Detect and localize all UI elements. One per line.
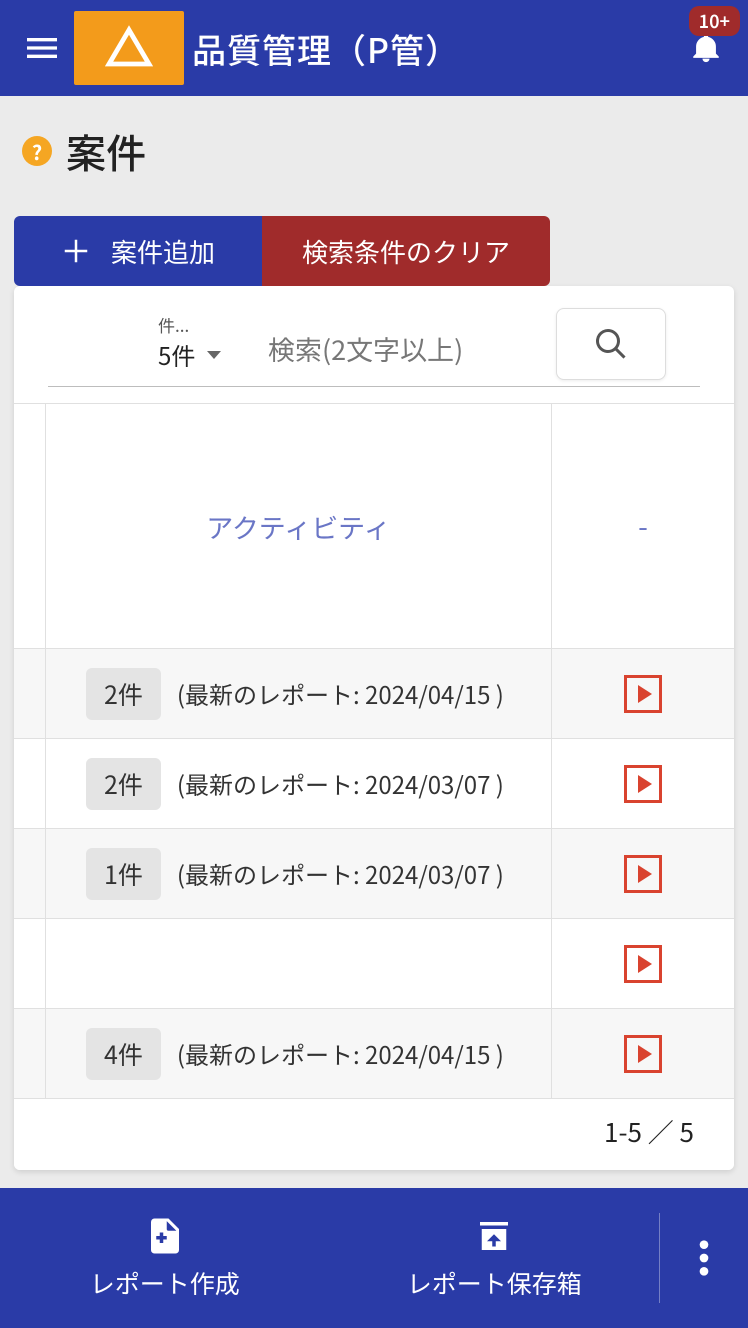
row-edge bbox=[14, 829, 46, 918]
table-body: 2件 (最新のレポート: 2024/04/15 ) 2件 (最新のレポート: 2024… bbox=[14, 649, 734, 1099]
play-icon[interactable] bbox=[624, 675, 662, 713]
column-action[interactable]: - bbox=[552, 404, 734, 648]
play-icon[interactable] bbox=[624, 1035, 662, 1073]
filter-row: 件... 5件 検索(2文字以上) bbox=[48, 286, 700, 387]
latest-report-text: (最新のレポート: 2024/04/15 ) bbox=[177, 676, 504, 711]
nav-archive-label: レポート保存箱 bbox=[407, 1265, 582, 1301]
search-button[interactable] bbox=[556, 308, 666, 380]
cell-action bbox=[552, 649, 734, 738]
clear-search-label: 検索条件のクリア bbox=[302, 233, 510, 270]
add-case-label: 案件追加 bbox=[111, 233, 215, 270]
row-edge bbox=[14, 1009, 46, 1098]
latest-report-text: (最新のレポート: 2024/04/15 ) bbox=[177, 1036, 504, 1071]
archive-icon bbox=[473, 1215, 515, 1257]
page-title: 案件 bbox=[66, 122, 146, 180]
play-icon[interactable] bbox=[624, 765, 662, 803]
cell-activity: 4件 (最新のレポート: 2024/04/15 ) bbox=[46, 1009, 552, 1098]
latest-report-text: (最新のレポート: 2024/03/07 ) bbox=[177, 856, 504, 891]
page-title-row: ? 案件 bbox=[0, 96, 748, 190]
table-header-edge bbox=[14, 404, 46, 648]
table-row[interactable] bbox=[14, 919, 734, 1009]
results-card: 件... 5件 検索(2文字以上) アクティビティ - 2件 (最新のレポート: … bbox=[14, 286, 734, 1170]
cell-activity: 2件 (最新のレポート: 2024/03/07 ) bbox=[46, 739, 552, 828]
action-row: 案件追加 検索条件のクリア bbox=[14, 216, 748, 286]
chevron-down-icon bbox=[207, 351, 221, 359]
cell-action bbox=[552, 1009, 734, 1098]
app-header: 品質管理（P管） 10+ bbox=[0, 0, 748, 96]
latest-report-text: (最新のレポート: 2024/03/07 ) bbox=[177, 766, 504, 801]
cell-activity bbox=[46, 919, 552, 1008]
bell-icon bbox=[689, 31, 723, 65]
table-row[interactable]: 2件 (最新のレポート: 2024/04/15 ) bbox=[14, 649, 734, 739]
menu-button[interactable] bbox=[14, 20, 70, 76]
row-edge bbox=[14, 739, 46, 828]
more-vertical-icon bbox=[699, 1238, 709, 1278]
count-chip: 1件 bbox=[86, 848, 161, 900]
table-row[interactable]: 4件 (最新のレポート: 2024/04/15 ) bbox=[14, 1009, 734, 1099]
cell-action bbox=[552, 829, 734, 918]
table-row[interactable]: 1件 (最新のレポート: 2024/03/07 ) bbox=[14, 829, 734, 919]
count-chip: 4件 bbox=[86, 1028, 161, 1080]
nav-create-report[interactable]: レポート作成 bbox=[0, 1215, 330, 1301]
table-row[interactable]: 2件 (最新のレポート: 2024/03/07 ) bbox=[14, 739, 734, 829]
app-logo bbox=[74, 11, 184, 85]
hamburger-icon bbox=[22, 28, 62, 68]
help-icon[interactable]: ? bbox=[22, 136, 52, 166]
cell-action bbox=[552, 739, 734, 828]
cell-activity: 2件 (最新のレポート: 2024/04/15 ) bbox=[46, 649, 552, 738]
search-input[interactable]: 検索(2文字以上) bbox=[268, 329, 542, 372]
count-chip: 2件 bbox=[86, 758, 161, 810]
search-icon bbox=[593, 326, 629, 362]
file-plus-icon bbox=[144, 1215, 186, 1257]
plus-icon bbox=[61, 236, 91, 266]
page-size-select[interactable]: 件... 5件 bbox=[158, 312, 254, 372]
cell-activity: 1件 (最新のレポート: 2024/03/07 ) bbox=[46, 829, 552, 918]
nav-create-label: レポート作成 bbox=[90, 1265, 240, 1301]
play-icon[interactable] bbox=[624, 945, 662, 983]
nav-report-archive[interactable]: レポート保存箱 bbox=[330, 1215, 660, 1301]
page-size-label: 件... bbox=[158, 312, 254, 337]
bottom-nav: レポート作成 レポート保存箱 bbox=[0, 1188, 748, 1328]
row-edge bbox=[14, 919, 46, 1008]
page-size-value: 5件 bbox=[158, 337, 195, 372]
clear-search-button[interactable]: 検索条件のクリア bbox=[262, 216, 550, 286]
count-chip: 2件 bbox=[86, 668, 161, 720]
nav-more-button[interactable] bbox=[660, 1238, 748, 1278]
notifications-button[interactable]: 10+ bbox=[678, 20, 734, 76]
cell-action bbox=[552, 919, 734, 1008]
app-title: 品質管理（P管） bbox=[192, 24, 460, 73]
pagination-text: 1-5 ／ 5 bbox=[14, 1099, 734, 1170]
add-case-button[interactable]: 案件追加 bbox=[14, 216, 262, 286]
row-edge bbox=[14, 649, 46, 738]
triangle-icon bbox=[105, 24, 153, 72]
play-icon[interactable] bbox=[624, 855, 662, 893]
table-header: アクティビティ - bbox=[14, 403, 734, 649]
column-activity[interactable]: アクティビティ bbox=[46, 404, 552, 648]
notification-badge: 10+ bbox=[689, 6, 740, 36]
